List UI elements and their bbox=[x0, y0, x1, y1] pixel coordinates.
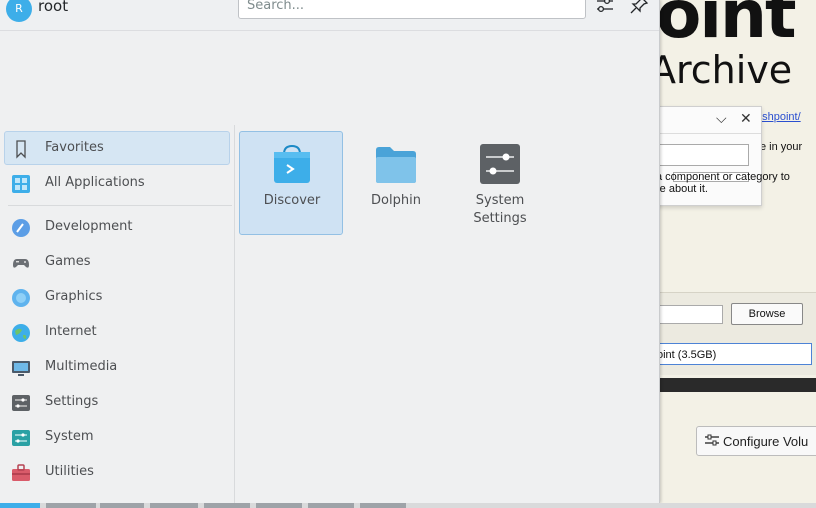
sidebar-item-label: Utilities bbox=[45, 464, 94, 479]
configure-button[interactable] bbox=[594, 0, 616, 18]
sidebar-item-multimedia[interactable]: Multimedia bbox=[4, 350, 230, 384]
bg-logo-subtitle: Archive bbox=[650, 48, 793, 92]
sidebar-item-label: Graphics bbox=[45, 289, 103, 304]
sidebar-divider bbox=[8, 205, 232, 206]
bg-dialog-text: e in your bbox=[760, 141, 803, 153]
app-tile-label: Discover bbox=[263, 193, 321, 208]
sidebar-item-all-applications[interactable]: All Applications bbox=[4, 166, 230, 200]
taskbar-item[interactable] bbox=[150, 503, 198, 508]
application-launcher: R root Favorites All Applications Develo… bbox=[0, 0, 660, 503]
sidebar-item-label: All Applications bbox=[45, 175, 145, 190]
configure-volume-button[interactable]: Configure Volu bbox=[696, 426, 816, 456]
sidebar-item-internet[interactable]: Internet bbox=[4, 315, 230, 349]
bookmark-icon bbox=[16, 140, 26, 159]
system-icon bbox=[12, 430, 30, 446]
bg-dialog-text: re about it. bbox=[656, 183, 708, 195]
bg-link[interactable]: ashpoint/ bbox=[756, 111, 801, 123]
sidebar-item-label: Multimedia bbox=[45, 359, 118, 374]
browse-button[interactable]: Browse bbox=[731, 303, 803, 325]
bg-logo-text: oint bbox=[656, 0, 797, 53]
sidebar-item-label: Development bbox=[45, 219, 133, 234]
taskbar-item[interactable] bbox=[46, 503, 96, 508]
sidebar-item-settings[interactable]: Settings bbox=[4, 385, 230, 419]
taskbar-item[interactable] bbox=[360, 503, 406, 508]
development-icon bbox=[12, 219, 30, 237]
sliders-icon bbox=[705, 427, 719, 457]
multimedia-icon bbox=[12, 361, 30, 376]
chevron-down-icon[interactable]: ⌵ bbox=[716, 111, 727, 127]
taskbar-item[interactable] bbox=[308, 503, 354, 508]
username: root bbox=[38, 0, 69, 15]
bg-dark-bar bbox=[640, 378, 816, 392]
avatar[interactable]: R bbox=[6, 0, 32, 22]
sidebar-item-games[interactable]: Games bbox=[4, 245, 230, 279]
sidebar-item-graphics[interactable]: Graphics bbox=[4, 280, 230, 314]
system-settings-icon bbox=[480, 144, 520, 184]
sidebar-item-utilities[interactable]: Utilities bbox=[4, 455, 230, 489]
taskbar-item[interactable] bbox=[100, 503, 144, 508]
globe-icon bbox=[12, 324, 30, 342]
app-tile-label: Dolphin bbox=[371, 193, 421, 208]
bg-volume-select[interactable]: oint (3.5GB) bbox=[640, 343, 812, 365]
app-tile-system-settings[interactable]: System Settings bbox=[447, 131, 551, 235]
background-app-window: oint Archive ashpoint/ e in your ⌵ ✕ a c… bbox=[640, 0, 816, 508]
sidebar-item-label: System bbox=[45, 429, 94, 444]
sidebar-item-favorites[interactable]: Favorites bbox=[4, 131, 230, 165]
sidebar-item-development[interactable]: Development bbox=[4, 210, 230, 244]
close-icon[interactable]: ✕ bbox=[740, 111, 752, 127]
pin-icon bbox=[630, 0, 649, 14]
folder-icon bbox=[376, 147, 416, 183]
sidebar-item-label: Settings bbox=[45, 394, 99, 409]
taskbar-item[interactable] bbox=[256, 503, 302, 508]
taskbar-item[interactable] bbox=[204, 503, 250, 508]
toolbox-icon bbox=[12, 464, 30, 481]
taskbar bbox=[0, 503, 816, 508]
sliders-icon bbox=[597, 0, 613, 13]
taskbar-item[interactable] bbox=[0, 503, 40, 508]
panel-divider bbox=[234, 125, 235, 503]
gamepad-icon bbox=[13, 259, 29, 268]
launcher-header: R root bbox=[0, 0, 659, 31]
discover-bag-icon bbox=[274, 144, 310, 183]
sidebar-item-label: Internet bbox=[45, 324, 97, 339]
app-tile-dolphin[interactable]: Dolphin bbox=[343, 131, 447, 235]
settings-icon bbox=[12, 395, 30, 411]
grid-apps-icon bbox=[12, 175, 30, 193]
configure-volume-label: Configure Volu bbox=[723, 434, 809, 449]
app-tile-discover[interactable]: Discover bbox=[239, 131, 343, 235]
sidebar-item-label: Favorites bbox=[45, 140, 104, 155]
search-input[interactable] bbox=[238, 0, 586, 19]
pin-button[interactable] bbox=[628, 0, 650, 18]
app-tile-label: System Settings bbox=[473, 193, 527, 226]
sidebar-item-system[interactable]: System bbox=[4, 420, 230, 454]
sidebar-item-label: Games bbox=[45, 254, 91, 269]
graphics-icon bbox=[12, 289, 30, 307]
bg-dialog-text: a component or category to bbox=[656, 171, 790, 183]
